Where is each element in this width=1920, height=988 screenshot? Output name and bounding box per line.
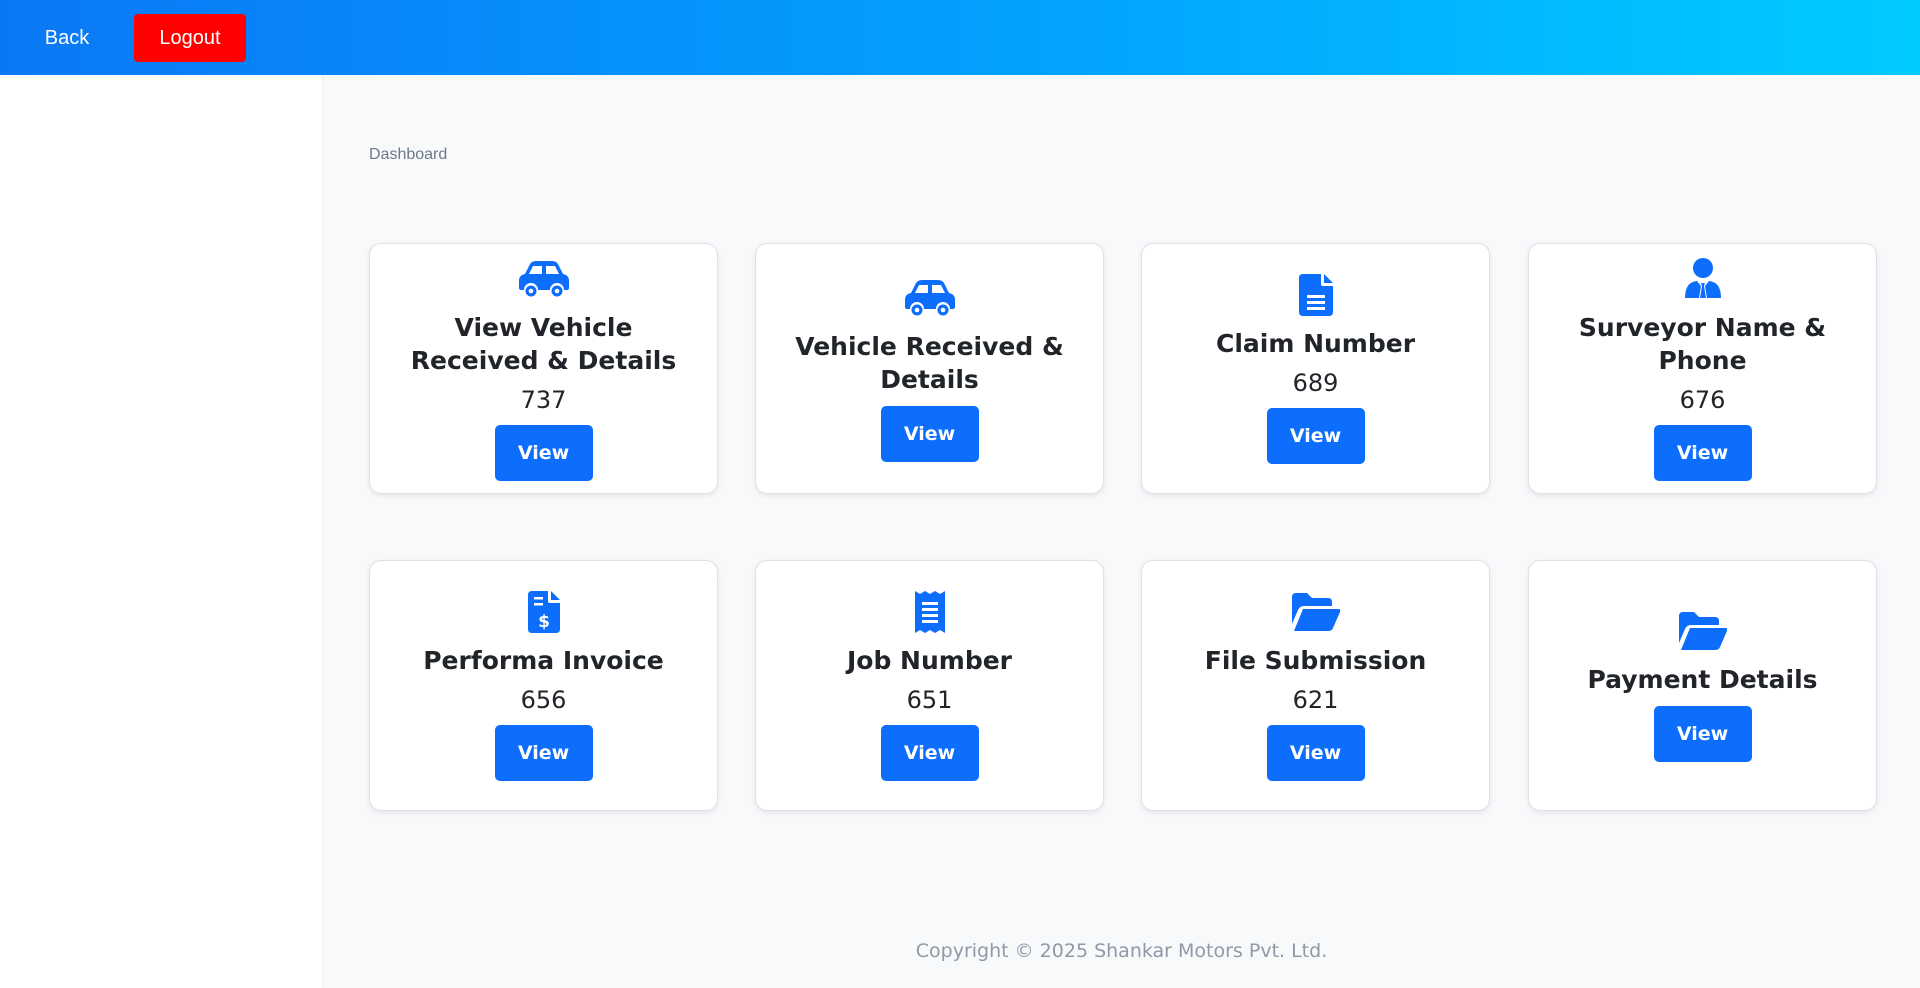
folder-open-icon	[1677, 609, 1729, 653]
receipt-icon	[904, 590, 956, 634]
card-surveyor: Surveyor Name & Phone 676 View	[1528, 243, 1877, 494]
view-button[interactable]: View	[1266, 725, 1365, 781]
card-title: Claim Number	[1215, 329, 1416, 358]
document-icon	[1290, 273, 1342, 317]
card-file-submission: File Submission 621 View	[1141, 560, 1490, 811]
card-count: 676	[1679, 385, 1726, 414]
svg-text:$: $	[538, 612, 550, 632]
card-vehicle-received: Vehicle Received & Details View	[755, 243, 1104, 494]
card-count: 651	[906, 686, 953, 714]
back-button[interactable]: Back	[18, 14, 116, 62]
card-title: Surveyor Name & Phone	[1578, 312, 1827, 375]
card-count: 621	[1292, 686, 1339, 714]
card-count: 737	[520, 385, 567, 414]
folder-open-icon	[1290, 590, 1342, 634]
card-performa-invoice: $ Performa Invoice 656 View	[369, 560, 718, 811]
card-count: 689	[1292, 369, 1339, 397]
view-button[interactable]: View	[1653, 706, 1752, 762]
card-title: Vehicle Received & Details	[795, 331, 1064, 394]
view-button[interactable]: View	[880, 725, 979, 781]
card-title: Performa Invoice	[423, 646, 664, 675]
car-icon	[904, 276, 956, 320]
card-title: Job Number	[846, 646, 1013, 675]
view-button[interactable]: View	[494, 725, 593, 781]
view-button[interactable]: View	[880, 405, 979, 462]
card-title: View Vehicle Received & Details	[410, 312, 677, 375]
car-icon	[518, 257, 570, 301]
view-button[interactable]: View	[494, 424, 593, 481]
card-title: File Submission	[1204, 646, 1427, 675]
user-tie-icon	[1677, 257, 1729, 301]
view-button[interactable]: View	[1653, 424, 1752, 481]
breadcrumb: Dashboard	[369, 146, 448, 163]
view-button[interactable]: View	[1266, 408, 1365, 464]
card-payment-details: Payment Details View	[1528, 560, 1877, 811]
card-count: 656	[520, 686, 567, 714]
card-job-number: Job Number 651 View	[755, 560, 1104, 811]
card-title: Payment Details	[1587, 665, 1818, 694]
footer-copyright: Copyright © 2025 Shankar Motors Pvt. Ltd…	[915, 940, 1328, 962]
invoice-dollar-icon: $	[518, 590, 570, 634]
sidebar	[0, 75, 323, 988]
card-view-vehicle-received: View Vehicle Received & Details 737 View	[369, 243, 718, 494]
card-claim-number: Claim Number 689 View	[1141, 243, 1490, 494]
logout-button[interactable]: Logout	[134, 14, 246, 62]
top-navbar: Back Logout	[0, 0, 1920, 75]
